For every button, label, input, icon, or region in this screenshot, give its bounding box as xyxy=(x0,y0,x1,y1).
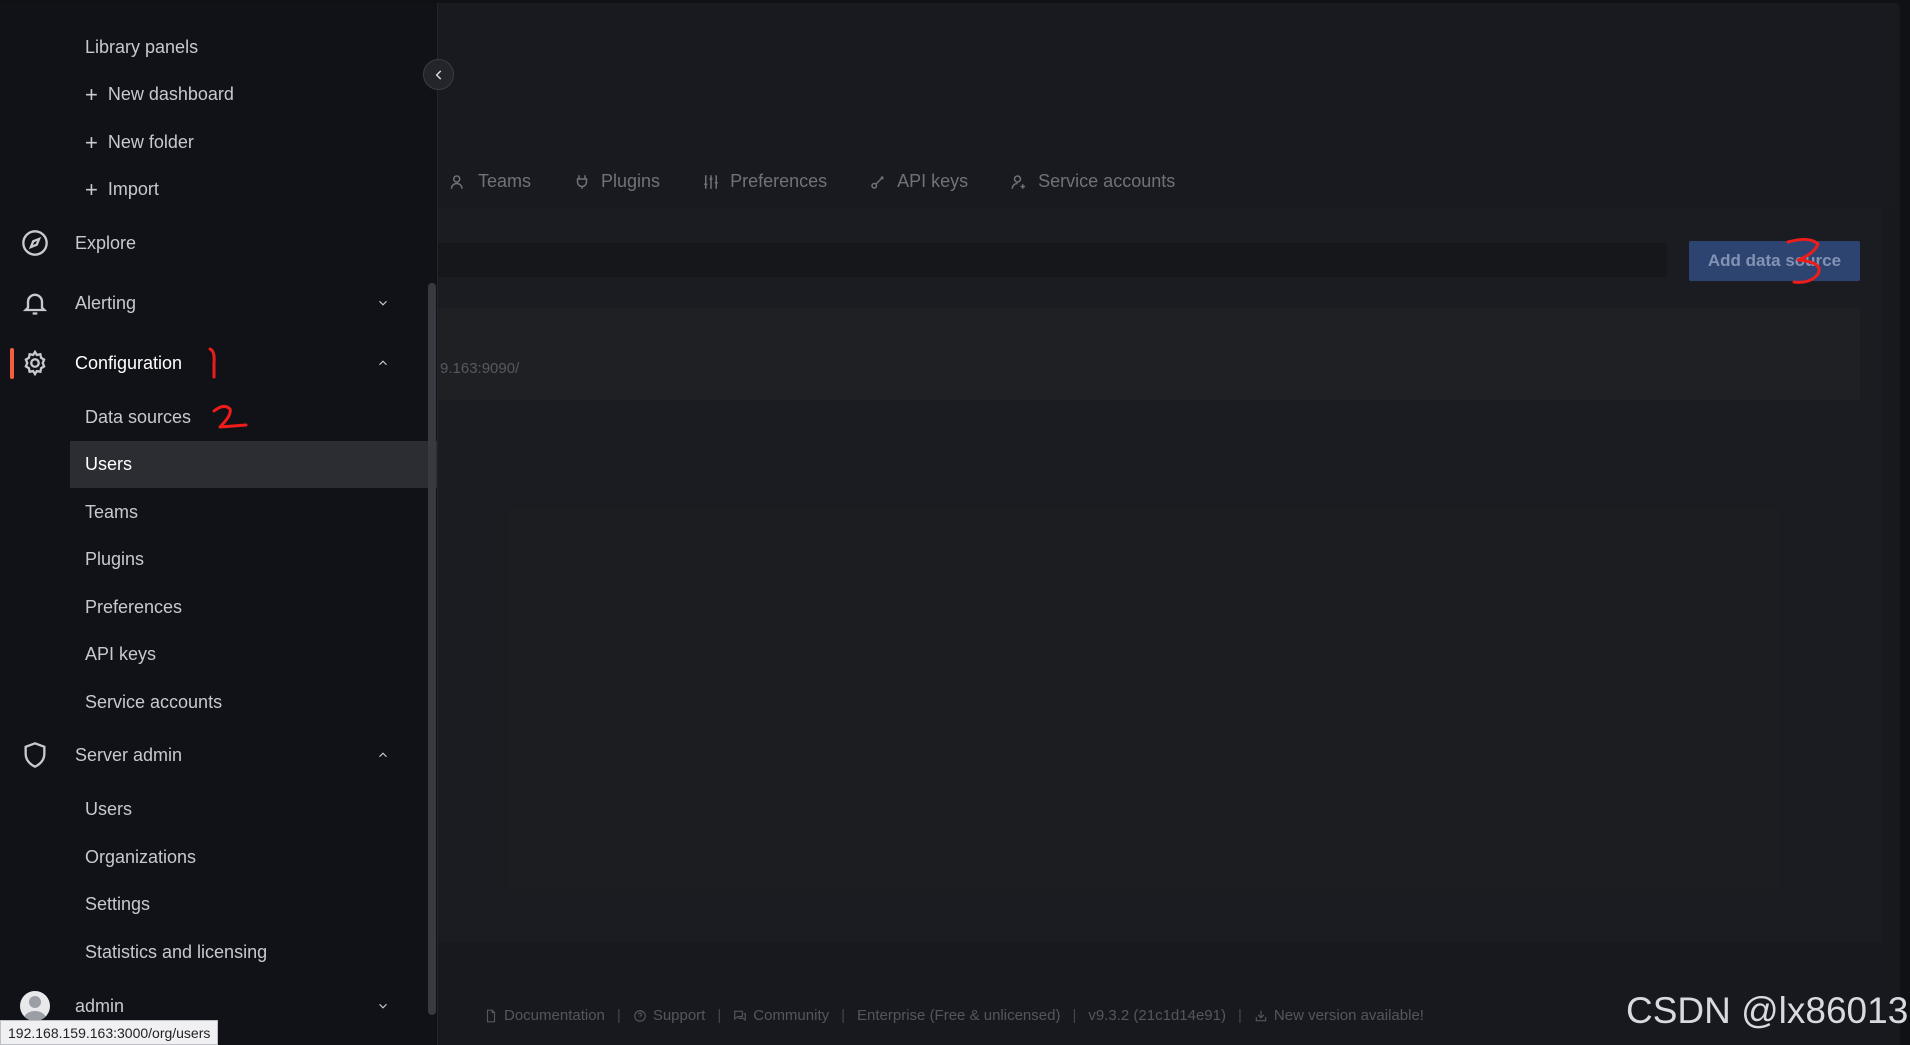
menu-item-library-panels[interactable]: Library panels xyxy=(70,24,437,71)
plus-icon: + xyxy=(85,129,98,155)
chevron-down-icon[interactable] xyxy=(376,296,390,310)
menu-item-new-dashboard[interactable]: + New dashboard xyxy=(70,71,437,118)
annotation-3 xyxy=(1786,237,1821,284)
menu-item-users[interactable]: Users xyxy=(70,441,437,488)
sidebar-menu: Library panels + New dashboard + New fol… xyxy=(0,3,438,1045)
bell-icon xyxy=(21,289,49,317)
menu-item-service-accounts[interactable]: Service accounts xyxy=(70,679,437,726)
chevron-up-icon[interactable] xyxy=(376,748,390,762)
menu-item-admin-users[interactable]: Users xyxy=(70,786,437,833)
compass-icon xyxy=(21,229,49,257)
watermark: CSDN @lx86013 xyxy=(1626,990,1909,1031)
menu-section-alerting[interactable]: Alerting xyxy=(0,278,436,328)
plus-icon: + xyxy=(85,176,98,202)
plus-icon: + xyxy=(85,81,98,107)
menu-item-plugins[interactable]: Plugins xyxy=(70,536,437,583)
menu-item-statistics-licensing[interactable]: Statistics and licensing xyxy=(70,929,437,976)
chevron-up-icon[interactable] xyxy=(376,356,390,370)
menu-item-new-folder[interactable]: + New folder xyxy=(70,119,437,166)
menu-section-server-admin[interactable]: Server admin xyxy=(0,730,436,780)
browser-status-url: 192.168.159.163:3000/org/users xyxy=(0,1020,219,1045)
menu-item-organizations[interactable]: Organizations xyxy=(70,834,437,881)
menu-item-data-sources[interactable]: Data sources xyxy=(70,394,437,441)
menu-item-teams[interactable]: Teams xyxy=(70,489,437,536)
shield-icon xyxy=(21,741,49,769)
chevron-down-icon[interactable] xyxy=(376,999,390,1013)
menu-item-preferences[interactable]: Preferences xyxy=(70,584,437,631)
menu-section-explore[interactable]: Explore xyxy=(0,218,436,268)
menu-item-api-keys[interactable]: API keys xyxy=(70,631,437,678)
sidebar-scrollbar[interactable] xyxy=(428,283,436,1015)
menu-item-import[interactable]: + Import xyxy=(70,166,437,213)
gear-icon xyxy=(21,349,49,377)
app-window: Teams Plugins Preferences API keys Servi… xyxy=(0,3,1900,1045)
menu-item-settings[interactable]: Settings xyxy=(70,881,437,928)
annotation-1 xyxy=(208,347,216,379)
annotation-2 xyxy=(212,404,248,429)
collapse-menu-button[interactable] xyxy=(423,59,454,90)
chevron-left-icon xyxy=(435,69,441,80)
